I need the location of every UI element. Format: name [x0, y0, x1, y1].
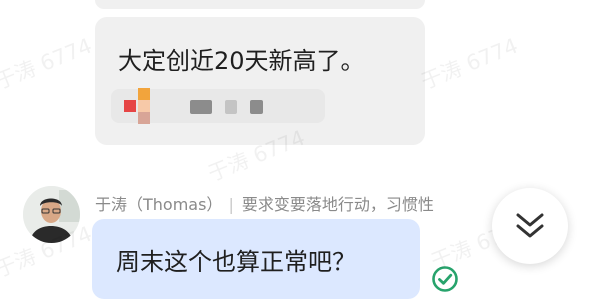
scroll-to-bottom-button[interactable] — [492, 188, 568, 264]
link-card-logo — [138, 100, 150, 112]
link-card-logo — [138, 88, 150, 100]
watermark: 于涛 6774 — [0, 33, 96, 95]
link-card-title — [190, 100, 212, 114]
divider: | — [228, 195, 234, 214]
link-card-logo — [138, 112, 150, 124]
avatar-photo — [23, 186, 80, 243]
sender-info: 于涛（Thomas） | 要求变要落地行动，习惯性 — [95, 191, 434, 215]
link-card-title — [225, 100, 237, 114]
avatar[interactable] — [23, 186, 80, 243]
link-card[interactable] — [111, 88, 325, 124]
message-text: 周末这个也算正常吧？ — [116, 248, 356, 276]
previous-message-bubble — [95, 0, 425, 9]
sender-name[interactable]: 于涛（Thomas） — [95, 195, 222, 214]
double-chevron-down-icon — [516, 213, 544, 238]
link-card-logo — [124, 100, 136, 112]
read-check-icon — [432, 266, 458, 292]
sender-signature: 要求变要落地行动，习惯性 — [241, 195, 434, 214]
link-card-title — [250, 100, 263, 114]
message-bubble[interactable] — [95, 17, 425, 145]
message-text: 大定创近20天新高了。 — [118, 47, 365, 75]
watermark: 于涛 6774 — [417, 33, 522, 95]
